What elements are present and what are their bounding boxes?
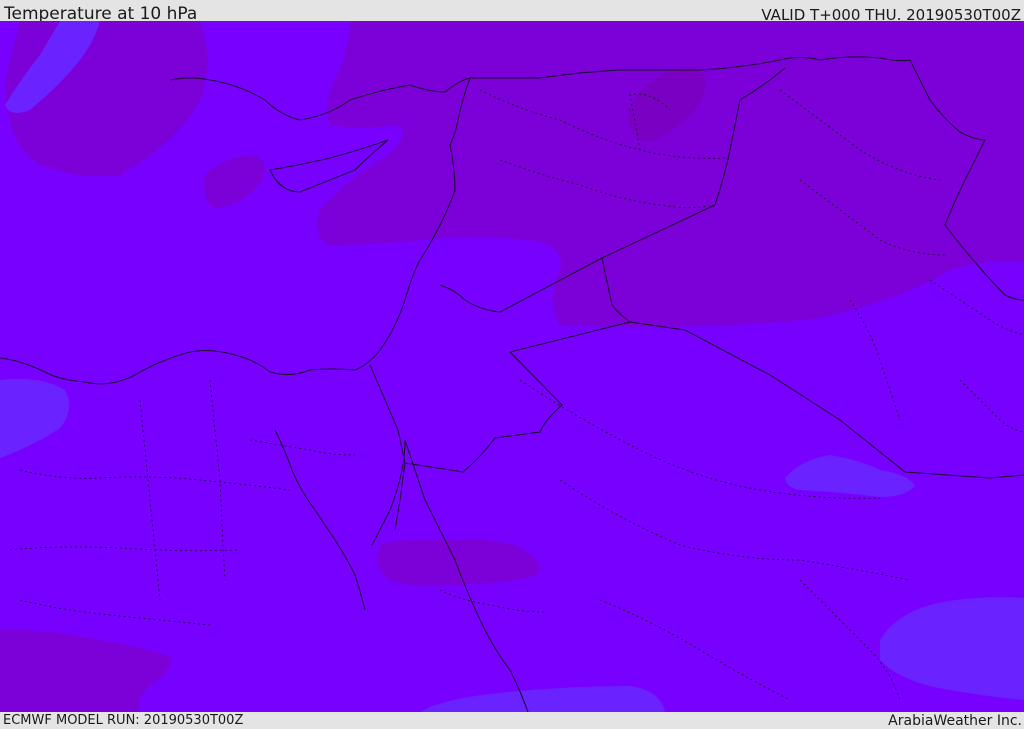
credit-label: ArabiaWeather Inc. xyxy=(888,713,1022,729)
weather-map-frame: Temperature at 10 hPa VALID T+000 THU. 2… xyxy=(0,0,1024,729)
footer-bar: ECMWF MODEL RUN: 20190530T00Z ArabiaWeat… xyxy=(0,712,1024,729)
temperature-map[interactable] xyxy=(0,21,1024,712)
model-run-label: ECMWF MODEL RUN: 20190530T00Z xyxy=(3,713,244,728)
warm-region-redsea xyxy=(377,538,540,587)
header-bar: Temperature at 10 hPa VALID T+000 THU. 2… xyxy=(0,0,1024,24)
